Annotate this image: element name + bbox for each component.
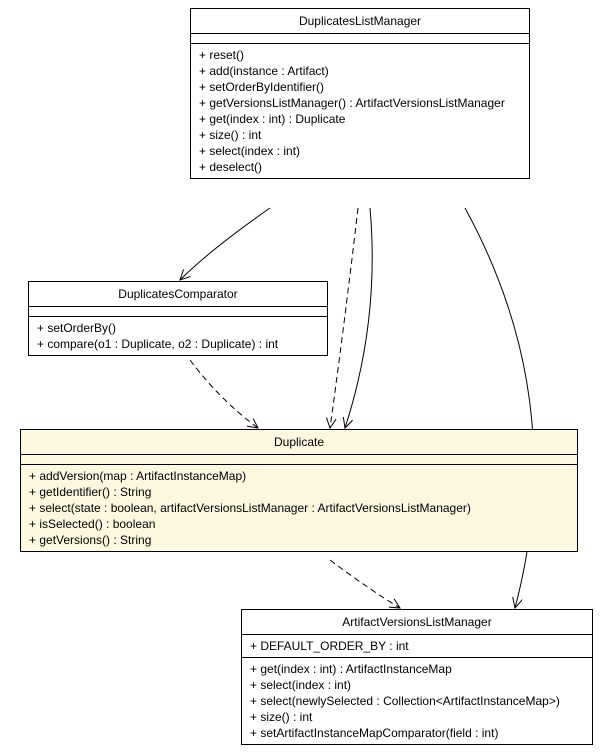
methods-section: + setOrderBy() + compare(o1 : Duplicate,… [29, 317, 327, 355]
method-item: + compare(o1 : Duplicate, o2 : Duplicate… [37, 336, 319, 352]
method-item: + getVersions() : String [29, 532, 569, 548]
method-item: + size() : int [250, 709, 584, 725]
method-item: + select(index : int) [250, 677, 584, 693]
class-duplicates-comparator[interactable]: DuplicatesComparator + setOrderBy() + co… [28, 281, 328, 356]
method-item: + add(instance : Artifact) [199, 63, 521, 79]
class-title: Duplicate [21, 430, 577, 455]
method-item: + setOrderBy() [37, 320, 319, 336]
class-duplicate[interactable]: Duplicate + addVersion(map : ArtifactIns… [20, 429, 578, 552]
attributes-section [21, 455, 577, 465]
methods-section: + reset() + add(instance : Artifact) + s… [191, 44, 529, 178]
method-item: + select(index : int) [199, 143, 521, 159]
class-title: ArtifactVersionsListManager [242, 610, 592, 635]
method-item: + addVersion(map : ArtifactInstanceMap) [29, 468, 569, 484]
methods-section: + get(index : int) : ArtifactInstanceMap… [242, 658, 592, 744]
method-item: + get(index : int) : ArtifactInstanceMap [250, 661, 584, 677]
method-item: + getVersionsListManager() : ArtifactVer… [199, 95, 521, 111]
method-item: + select(state : boolean, artifactVersio… [29, 500, 569, 516]
method-item: + isSelected() : boolean [29, 516, 569, 532]
class-title: DuplicatesComparator [29, 282, 327, 307]
method-item: + getIdentifier() : String [29, 484, 569, 500]
class-title: DuplicatesListManager [191, 9, 529, 34]
method-item: + size() : int [199, 127, 521, 143]
attribute-item: + DEFAULT_ORDER_BY : int [250, 638, 584, 654]
class-duplicates-list-manager[interactable]: DuplicatesListManager + reset() + add(in… [190, 8, 530, 179]
attributes-section [29, 307, 327, 317]
method-item: + setOrderByIdentifier() [199, 79, 521, 95]
method-item: + select(newlySelected : Collection<Arti… [250, 693, 584, 709]
method-item: + deselect() [199, 159, 521, 175]
attributes-section: + DEFAULT_ORDER_BY : int [242, 635, 592, 658]
attributes-section [191, 34, 529, 44]
class-artifact-versions-list-manager[interactable]: ArtifactVersionsListManager + DEFAULT_OR… [241, 609, 593, 745]
methods-section: + addVersion(map : ArtifactInstanceMap) … [21, 465, 577, 551]
method-item: + get(index : int) : Duplicate [199, 111, 521, 127]
method-item: + reset() [199, 47, 521, 63]
method-item: + setArtifactInstanceMapComparator(field… [250, 725, 584, 741]
